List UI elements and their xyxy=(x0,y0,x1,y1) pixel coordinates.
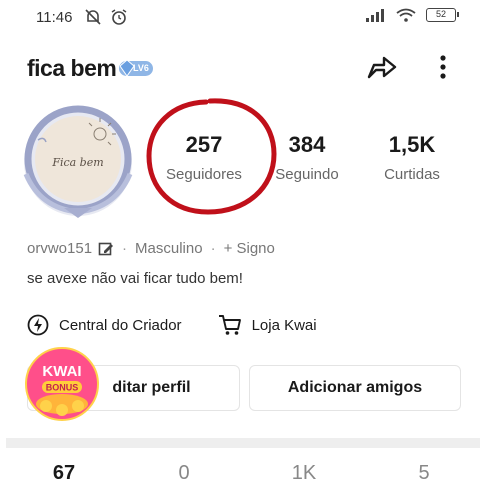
kwai-store-link[interactable]: Loja Kwai xyxy=(218,314,317,336)
lightning-circle-icon xyxy=(27,314,49,336)
share-button[interactable] xyxy=(364,50,400,84)
level-text: LV6 xyxy=(133,63,149,73)
status-time: 11:46 xyxy=(36,9,73,26)
edit-icon[interactable] xyxy=(98,241,114,257)
following-label: Seguindo xyxy=(275,166,339,183)
tab-count[interactable]: 0 xyxy=(154,462,214,480)
likes-count: 1,5K xyxy=(388,132,436,157)
followers-stat[interactable]: 257 Seguidores xyxy=(156,132,252,183)
creator-row: Central do Criador Loja Kwai xyxy=(27,314,317,336)
creator-center-label: Central do Criador xyxy=(59,316,182,334)
tab-count[interactable]: 5 xyxy=(394,462,454,480)
status-icons-right: 52 xyxy=(366,8,459,22)
kwai-store-label: Loja Kwai xyxy=(251,316,317,334)
kwai-bonus-line2: BONUS xyxy=(46,383,79,393)
following-stat[interactable]: 384 Seguindo xyxy=(268,132,346,183)
sign-link[interactable]: + Signo xyxy=(224,240,275,257)
more-vertical-icon xyxy=(440,55,446,79)
profile-meta: orvwo151 · Masculino · + Signo xyxy=(27,240,275,257)
likes-stat[interactable]: 1,5K Curtidas xyxy=(376,132,448,183)
status-icons-left xyxy=(84,8,128,26)
kwai-bonus-line1: KWAI xyxy=(42,363,81,380)
mute-icon xyxy=(85,9,101,25)
kwai-bonus-badge[interactable]: KWAI BONUS xyxy=(24,346,100,422)
level-badge: LV6 xyxy=(119,60,153,76)
share-icon xyxy=(367,56,397,79)
following-count: 384 xyxy=(288,132,326,157)
followers-label: Seguidores xyxy=(166,166,242,183)
meta-separator: · xyxy=(122,240,128,257)
creator-center-link[interactable]: Central do Criador xyxy=(27,314,182,336)
username: fica bem xyxy=(27,55,117,81)
level-diamond-icon xyxy=(120,60,134,76)
bio-text: se avexe não vai ficar tudo bem! xyxy=(27,270,243,287)
tab-count[interactable]: 1K xyxy=(274,462,334,480)
battery-icon: 52 xyxy=(426,8,459,22)
status-bar: 11:46 52 xyxy=(0,0,480,36)
user-id: orvwo151 xyxy=(27,240,93,257)
more-options-button[interactable] xyxy=(430,50,456,84)
profile-header: fica bem LV6 xyxy=(0,44,480,88)
gender: Masculino xyxy=(135,240,203,257)
tab-counts-row: 67 0 1K 5 xyxy=(0,462,480,480)
avatar[interactable]: Fica bem xyxy=(20,104,136,220)
tab-count[interactable]: 67 xyxy=(34,462,94,480)
signal-icon xyxy=(366,9,384,22)
add-friends-button[interactable]: Adicionar amigos xyxy=(249,365,461,411)
meta-separator: · xyxy=(210,240,216,257)
wifi-icon xyxy=(396,8,416,22)
followers-count: 257 xyxy=(185,132,223,157)
cart-icon xyxy=(218,315,241,335)
avatar-text: Fica bem xyxy=(51,156,103,169)
likes-label: Curtidas xyxy=(384,166,440,183)
alarm-icon xyxy=(111,9,127,25)
section-divider xyxy=(6,438,480,448)
